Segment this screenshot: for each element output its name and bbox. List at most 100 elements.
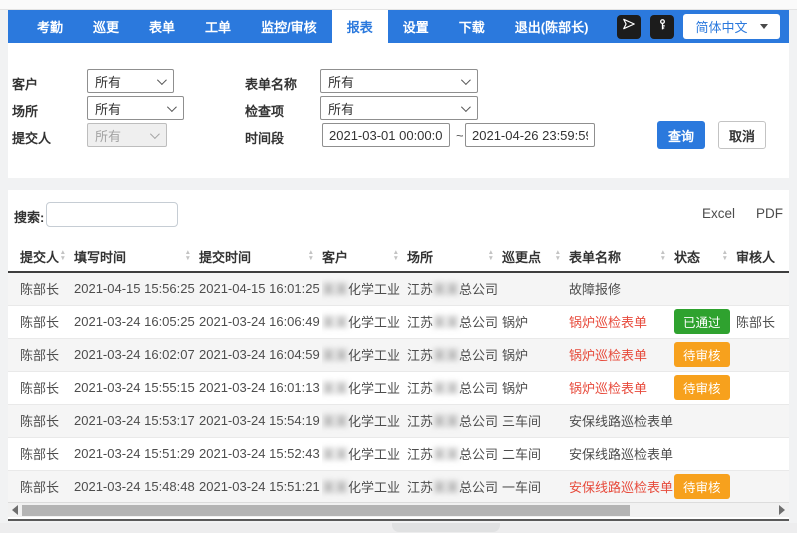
cell-form-name: 锅炉巡检表单	[569, 371, 674, 404]
search-input[interactable]	[46, 202, 178, 227]
table-row[interactable]: 陈部长2021-03-24 15:53:172021-03-24 15:54:1…	[8, 404, 789, 437]
table-row[interactable]: 陈部长2021-03-24 15:51:292021-03-24 15:52:4…	[8, 437, 789, 470]
column-header-label: 场所	[407, 250, 433, 265]
language-select-value: 简体中文	[695, 17, 747, 36]
cell-reviewer: 陈部长	[736, 305, 789, 338]
cell-patrol-point	[502, 272, 569, 305]
column-header-label: 提交时间	[199, 250, 251, 265]
nav-item[interactable]: 监控/审核	[246, 10, 332, 43]
export-excel-link[interactable]: Excel	[702, 206, 735, 221]
column-header[interactable]: 客户▲▼	[322, 246, 407, 272]
cell-patrol-point: 锅炉	[502, 371, 569, 404]
table-row[interactable]: 陈部长2021-03-24 16:05:252021-03-24 16:06:4…	[8, 305, 789, 338]
cell-form-name: 安保线路巡检表单	[569, 470, 674, 503]
nav-item[interactable]: 退出(陈部长)	[500, 10, 604, 43]
cell-submitter: 陈部长	[8, 305, 74, 338]
chevron-down-icon	[461, 75, 471, 85]
cell-customer: 某某化学工业	[322, 272, 407, 305]
column-header-label: 提交人	[20, 250, 59, 265]
column-header-label: 状态	[674, 250, 700, 265]
redacted-text: 某某	[322, 282, 348, 297]
sort-icon: ▲▼	[488, 250, 494, 261]
table-row[interactable]: 陈部长2021-03-24 15:48:482021-03-24 15:51:2…	[8, 470, 789, 503]
form-name-label: 表单名称	[245, 74, 297, 93]
nav-item[interactable]: 下载	[444, 10, 500, 43]
scrollbar-thumb[interactable]	[22, 505, 630, 517]
status-badge: 待审核	[674, 474, 730, 499]
form-name-text: 故障报修	[569, 282, 621, 297]
sort-icon: ▲▼	[660, 250, 666, 261]
main-navbar: 考勤巡更表单工单监控/审核报表设置下载退出(陈部长) 简体中文	[8, 10, 789, 43]
cell-submitter: 陈部长	[8, 404, 74, 437]
cancel-button[interactable]: 取消	[718, 121, 766, 149]
column-header[interactable]: 状态 ▲▼	[674, 246, 736, 272]
cell-customer: 某某化学工业	[322, 437, 407, 470]
redacted-text: 某某	[433, 381, 459, 396]
export-pdf-link[interactable]: PDF	[756, 206, 783, 221]
cell-form-name: 锅炉巡检表单	[569, 305, 674, 338]
sort-icon: ▲▼	[393, 250, 399, 261]
horizontal-scrollbar[interactable]	[8, 502, 789, 517]
redacted-text: 某某	[322, 348, 348, 363]
nav-right-tools: 简体中文	[617, 10, 789, 43]
send-message-button[interactable]	[617, 15, 641, 39]
password-button[interactable]	[650, 15, 674, 39]
site-select[interactable]: 所有	[87, 96, 184, 120]
nav-item[interactable]: 表单	[134, 10, 190, 43]
cell-reviewer	[736, 371, 789, 404]
cell-reviewer	[736, 437, 789, 470]
nav-item[interactable]: 设置	[388, 10, 444, 43]
cell-submit-time: 2021-03-24 15:52:43	[199, 437, 322, 470]
cell-status: 待审核	[674, 470, 736, 503]
chevron-down-icon	[760, 24, 768, 29]
table-row[interactable]: 陈部长2021-03-24 15:55:152021-03-24 16:01:1…	[8, 371, 789, 404]
column-header[interactable]: 审核人	[736, 246, 789, 272]
cell-customer: 某某化学工业	[322, 305, 407, 338]
column-header[interactable]: 场所 ▲▼	[407, 246, 502, 272]
sort-icon: ▲▼	[308, 250, 314, 261]
site-select-value: 所有	[95, 99, 121, 118]
time-start-input[interactable]	[322, 123, 450, 147]
check-item-select[interactable]: 所有	[320, 96, 478, 120]
redacted-text: 某某	[433, 480, 459, 495]
time-end-input[interactable]	[465, 123, 595, 147]
cell-status	[674, 404, 736, 437]
nav-item[interactable]: 报表	[332, 10, 388, 43]
redacted-text: 某某	[433, 414, 459, 429]
cell-customer: 某某化学工业	[322, 404, 407, 437]
scroll-left-arrow-icon[interactable]	[12, 505, 18, 515]
cell-patrol-point: 锅炉	[502, 305, 569, 338]
column-header[interactable]: 填写时间▲▼	[74, 246, 199, 272]
customer-select[interactable]: 所有	[87, 69, 174, 93]
query-button[interactable]: 查询	[657, 121, 705, 149]
column-header[interactable]: 提交人▲▼	[8, 246, 74, 272]
table-row[interactable]: 陈部长2021-04-15 15:56:252021-04-15 16:01:2…	[8, 272, 789, 305]
nav-item[interactable]: 工单	[190, 10, 246, 43]
sort-icon: ▲▼	[185, 250, 191, 261]
language-select[interactable]: 简体中文	[683, 14, 780, 39]
column-header[interactable]: 提交时间 ▲▼	[199, 246, 322, 272]
cell-fill-time: 2021-03-24 15:48:48	[74, 470, 199, 503]
cell-status	[674, 437, 736, 470]
column-header[interactable]: 巡更点▲▼	[502, 246, 569, 272]
report-table: 提交人▲▼填写时间▲▼提交时间▲▼客户▲▼场所▲▼巡更点▲▼表单名称▲▼状态▲▼…	[8, 246, 789, 504]
sort-icon: ▲▼	[722, 250, 728, 261]
status-badge: 待审核	[674, 375, 730, 400]
cell-site: 江苏某某总公司	[407, 470, 502, 503]
nav-item[interactable]: 巡更	[78, 10, 134, 43]
table-row[interactable]: 陈部长2021-03-24 16:02:072021-03-24 16:04:5…	[8, 338, 789, 371]
table-header-row: 提交人▲▼填写时间▲▼提交时间▲▼客户▲▼场所▲▼巡更点▲▼表单名称▲▼状态▲▼…	[8, 246, 789, 272]
cell-site: 江苏某某总公司	[407, 404, 502, 437]
column-header[interactable]: 表单名称▲▼	[569, 246, 674, 272]
submitter-select: 所有	[87, 123, 167, 147]
form-name-select-value: 所有	[328, 72, 354, 91]
cell-submitter: 陈部长	[8, 338, 74, 371]
chevron-down-icon	[167, 102, 177, 112]
redacted-text: 某某	[322, 414, 348, 429]
nav-item[interactable]: 考勤	[22, 10, 78, 43]
cell-reviewer	[736, 338, 789, 371]
scroll-right-arrow-icon[interactable]	[779, 505, 785, 515]
cell-fill-time: 2021-03-24 15:51:29	[74, 437, 199, 470]
form-name-select[interactable]: 所有	[320, 69, 478, 93]
cell-customer: 某某化学工业	[322, 470, 407, 503]
